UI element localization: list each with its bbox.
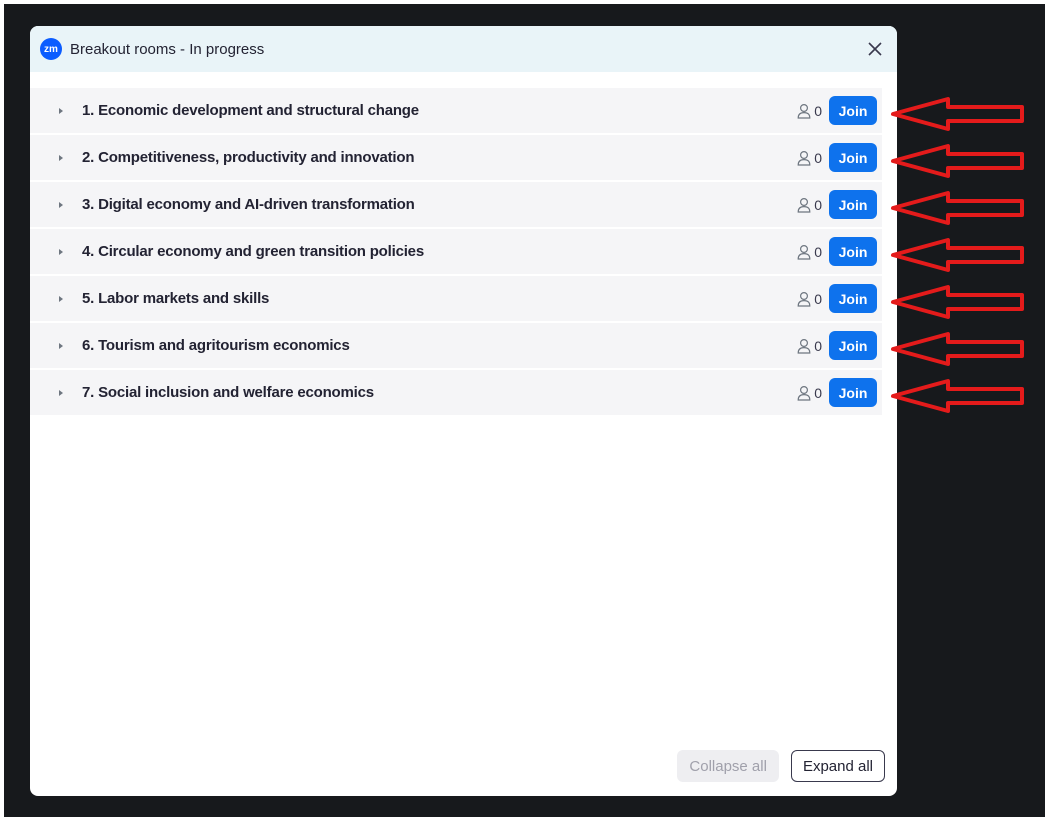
join-button[interactable]: Join <box>829 331 877 360</box>
person-icon <box>797 150 811 166</box>
rooms-list: 1. Economic development and structural c… <box>30 88 882 417</box>
room-row[interactable]: 7. Social inclusion and welfare economic… <box>30 370 882 415</box>
close-icon <box>868 42 882 56</box>
window-title: Breakout rooms - In progress <box>70 40 265 58</box>
person-icon <box>797 197 811 213</box>
participant-count-value: 0 <box>814 196 822 213</box>
person-icon <box>797 244 811 260</box>
participant-count-value: 0 <box>814 149 822 166</box>
participant-count: 0 <box>797 244 822 260</box>
collapse-all-button[interactable]: Collapse all <box>677 750 779 782</box>
participant-count-value: 0 <box>814 290 822 307</box>
participant-count: 0 <box>797 150 822 166</box>
room-row[interactable]: 5. Labor markets and skills 0 Join <box>30 276 882 321</box>
join-button[interactable]: Join <box>829 143 877 172</box>
chevron-right-icon[interactable] <box>56 201 66 209</box>
zoom-logo-icon: zm <box>40 38 62 60</box>
join-button[interactable]: Join <box>829 190 877 219</box>
participant-count: 0 <box>797 103 822 119</box>
close-button[interactable] <box>863 37 887 61</box>
person-icon <box>797 338 811 354</box>
chevron-right-icon[interactable] <box>56 342 66 350</box>
room-name: 5. Labor markets and skills <box>82 290 270 307</box>
participant-count-value: 0 <box>814 102 822 119</box>
chevron-right-icon[interactable] <box>56 295 66 303</box>
person-icon <box>797 291 811 307</box>
room-row[interactable]: 6. Tourism and agritourism economics 0 Joi… <box>30 323 882 368</box>
title-bar: zm Breakout rooms - In progress <box>30 26 897 72</box>
room-name: 4. Circular economy and green transition… <box>82 243 424 260</box>
join-button[interactable]: Join <box>829 237 877 266</box>
footer-actions: Collapse all Expand all <box>677 750 885 782</box>
participant-count-value: 0 <box>814 243 822 260</box>
participant-count: 0 <box>797 197 822 213</box>
participant-count: 0 <box>797 291 822 307</box>
room-row[interactable]: 4. Circular economy and green transition… <box>30 229 882 274</box>
room-name: 2. Competitiveness, productivity and inn… <box>82 149 415 166</box>
room-row[interactable]: 1. Economic development and structural c… <box>30 88 882 133</box>
chevron-right-icon[interactable] <box>56 154 66 162</box>
chevron-right-icon[interactable] <box>56 107 66 115</box>
room-name: 6. Tourism and agritourism economics <box>82 337 350 354</box>
join-button[interactable]: Join <box>829 378 877 407</box>
chevron-right-icon[interactable] <box>56 389 66 397</box>
participant-count-value: 0 <box>814 337 822 354</box>
join-button[interactable]: Join <box>829 96 877 125</box>
room-row[interactable]: 3. Digital economy and AI-driven transfo… <box>30 182 882 227</box>
person-icon <box>797 385 811 401</box>
room-name: 1. Economic development and structural c… <box>82 102 419 119</box>
room-row[interactable]: 2. Competitiveness, productivity and inn… <box>30 135 882 180</box>
join-button[interactable]: Join <box>829 284 877 313</box>
participant-count: 0 <box>797 385 822 401</box>
chevron-right-icon[interactable] <box>56 248 66 256</box>
room-name: 3. Digital economy and AI-driven transfo… <box>82 196 415 213</box>
participant-count-value: 0 <box>814 384 822 401</box>
expand-all-button[interactable]: Expand all <box>790 750 885 782</box>
person-icon <box>797 103 811 119</box>
room-name: 7. Social inclusion and welfare economic… <box>82 384 374 401</box>
breakout-rooms-dialog: zm Breakout rooms - In progress 1. Econo… <box>30 26 897 796</box>
participant-count: 0 <box>797 338 822 354</box>
